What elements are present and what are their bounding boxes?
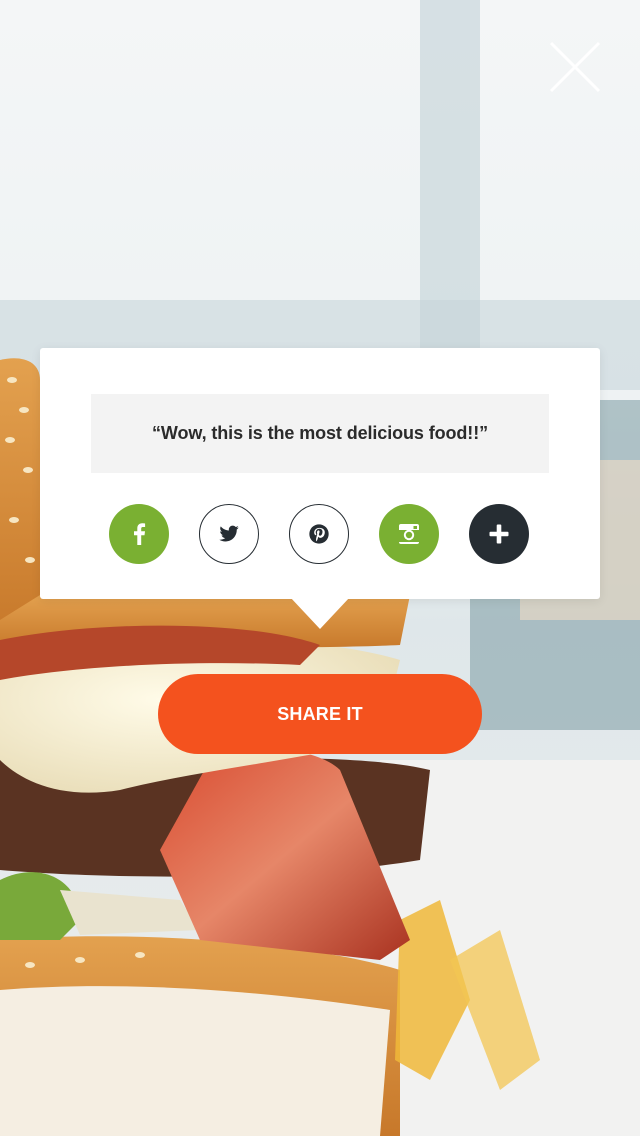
quote-text: “Wow, this is the most delicious food!!”	[151, 423, 488, 443]
facebook-icon	[134, 523, 146, 545]
pinterest-icon	[309, 524, 329, 544]
instagram-icon	[399, 524, 419, 544]
instagram-button[interactable]	[379, 504, 439, 564]
twitter-icon	[219, 525, 239, 542]
plus-icon	[489, 524, 509, 544]
popup-pointer	[290, 597, 350, 629]
facebook-button[interactable]	[109, 504, 169, 564]
share-it-button[interactable]: SHARE IT	[158, 674, 482, 754]
share-popup: “Wow, this is the most delicious food!!”	[40, 348, 600, 599]
social-buttons	[109, 504, 529, 564]
twitter-button[interactable]	[199, 504, 259, 564]
close-icon	[549, 41, 601, 93]
pinterest-button[interactable]	[289, 504, 349, 564]
more-share-button[interactable]	[469, 504, 529, 564]
quote-box: “Wow, this is the most delicious food!!”	[91, 394, 549, 473]
close-button[interactable]	[546, 38, 604, 96]
